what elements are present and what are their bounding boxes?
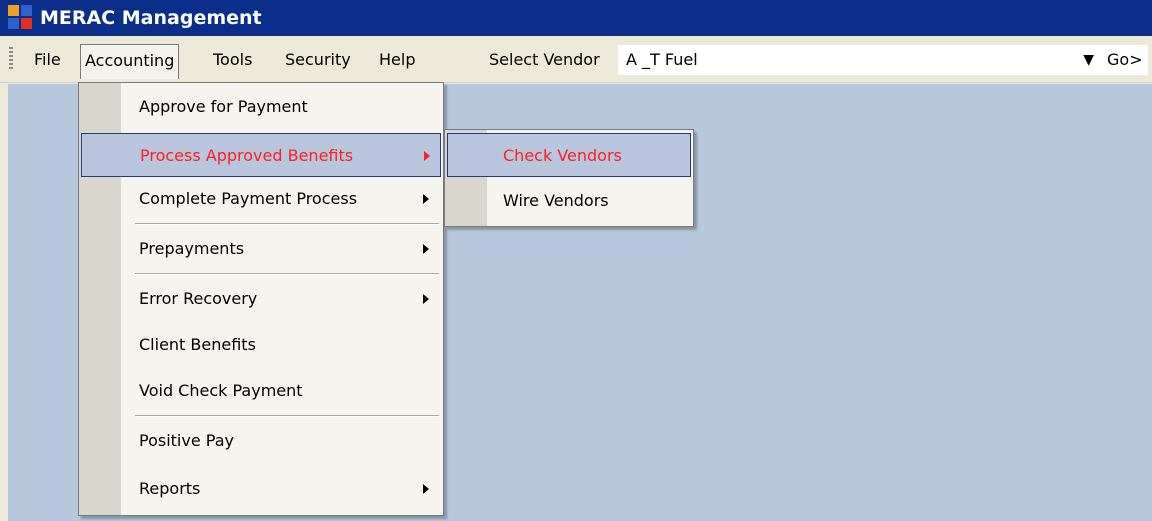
menu-item-positive-pay[interactable]: Positive Pay bbox=[81, 419, 441, 463]
title-bar: MERAC Management bbox=[0, 0, 1152, 36]
menu-item-label: Approve for Payment bbox=[139, 97, 308, 116]
process-approved-benefits-submenu: Check Vendors Wire Vendors bbox=[444, 129, 694, 227]
submenu-arrow-icon bbox=[424, 151, 430, 161]
menu-file[interactable]: File bbox=[30, 44, 65, 76]
menu-item-label: Process Approved Benefits bbox=[140, 146, 354, 165]
select-vendor-label: Select Vendor bbox=[489, 50, 600, 69]
submenu-arrow-icon bbox=[423, 194, 429, 204]
menu-item-label: Wire Vendors bbox=[503, 191, 609, 210]
vendor-value: A _T Fuel bbox=[626, 50, 698, 69]
vendor-combobox[interactable]: A _T Fuel ▼ bbox=[618, 45, 1148, 75]
submenu-arrow-icon bbox=[423, 484, 429, 494]
submenu-arrow-icon bbox=[423, 244, 429, 254]
window-title: MERAC Management bbox=[40, 7, 262, 29]
menu-item-wire-vendors[interactable]: Wire Vendors bbox=[447, 179, 691, 223]
menu-security[interactable]: Security bbox=[281, 44, 355, 76]
menu-item-process-approved-benefits[interactable]: Process Approved Benefits bbox=[81, 133, 441, 177]
menu-item-prepayments[interactable]: Prepayments bbox=[81, 227, 441, 271]
menu-tools[interactable]: Tools bbox=[209, 44, 256, 76]
menu-item-label: Reports bbox=[139, 479, 201, 498]
menu-item-void-check-payment[interactable]: Void Check Payment bbox=[81, 369, 441, 413]
menu-item-label: Positive Pay bbox=[139, 431, 234, 450]
menu-separator bbox=[135, 223, 439, 225]
menu-separator bbox=[135, 273, 439, 275]
menu-bar: File Accounting Tools Security Help Sele… bbox=[0, 38, 1152, 83]
accounting-menu: Approve for Payment Process Approved Ben… bbox=[78, 82, 444, 516]
dropdown-arrow-icon[interactable]: ▼ bbox=[1083, 45, 1094, 75]
menu-item-label: Client Benefits bbox=[139, 335, 256, 354]
menu-item-reports[interactable]: Reports bbox=[81, 467, 441, 511]
menu-item-label: Prepayments bbox=[139, 239, 245, 258]
menu-item-label: Void Check Payment bbox=[139, 381, 303, 400]
app-icon bbox=[8, 5, 34, 31]
menu-accounting[interactable]: Accounting bbox=[80, 44, 180, 79]
menu-help[interactable]: Help bbox=[375, 44, 419, 76]
toolbar-grip[interactable] bbox=[9, 47, 13, 71]
menu-item-check-vendors[interactable]: Check Vendors bbox=[447, 133, 691, 177]
menu-item-label: Error Recovery bbox=[139, 289, 258, 308]
menu-item-approve-for-payment[interactable]: Approve for Payment bbox=[81, 85, 441, 129]
menu-item-complete-payment-process[interactable]: Complete Payment Process bbox=[81, 177, 441, 221]
menu-item-client-benefits[interactable]: Client Benefits bbox=[81, 323, 441, 367]
menu-item-label: Check Vendors bbox=[503, 146, 622, 165]
menu-item-error-recovery[interactable]: Error Recovery bbox=[81, 277, 441, 321]
menu-item-label: Complete Payment Process bbox=[139, 189, 358, 208]
menu-separator bbox=[135, 415, 439, 417]
submenu-arrow-icon bbox=[423, 294, 429, 304]
go-button[interactable]: Go> bbox=[1107, 44, 1143, 76]
main-window: MERAC Management File Accounting Tools S… bbox=[0, 0, 1152, 521]
